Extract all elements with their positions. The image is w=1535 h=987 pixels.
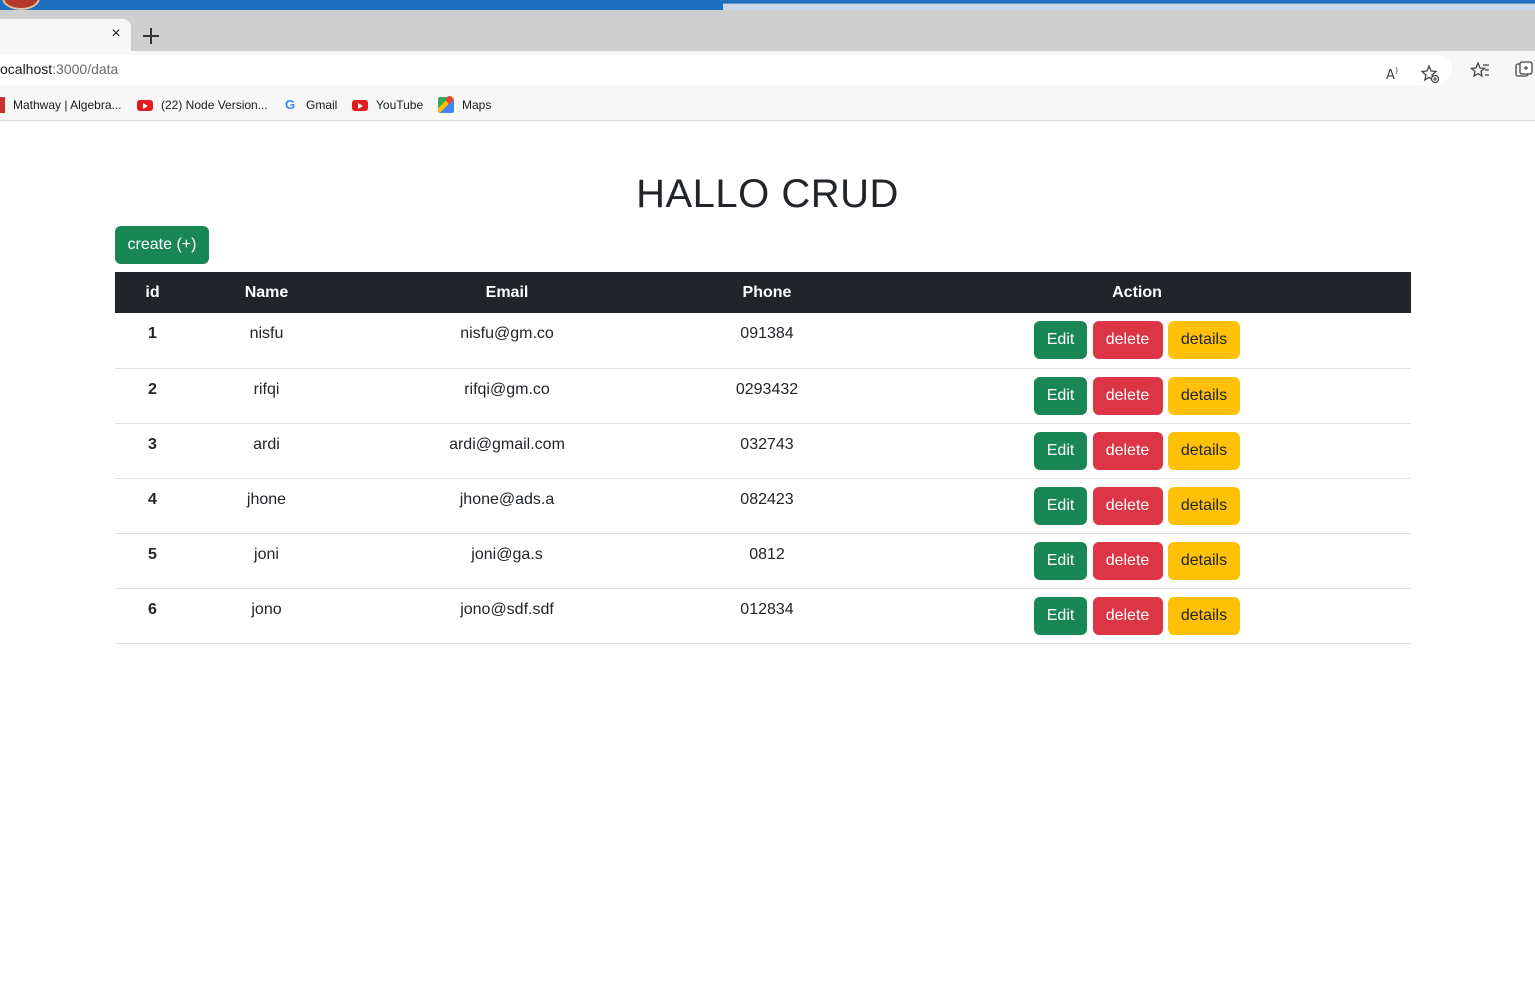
table-row: 3 ardi ardi@gmail.com 032743 Edit delete… bbox=[115, 423, 1411, 478]
cell-actions: Edit delete details bbox=[863, 588, 1411, 643]
cell-email: rifqi@gm.co bbox=[464, 380, 550, 398]
cell-id: 5 bbox=[148, 545, 157, 563]
url-field[interactable]: ocalhost:3000/data A) bbox=[0, 55, 1452, 85]
cell-phone: 012834 bbox=[740, 600, 794, 618]
collections-icon[interactable] bbox=[1514, 60, 1534, 80]
cell-name: ardi bbox=[253, 435, 280, 453]
cell-actions: Edit delete details bbox=[863, 313, 1411, 368]
edit-button[interactable]: Edit bbox=[1034, 486, 1088, 525]
profile-icon[interactable] bbox=[2, 0, 40, 10]
tab-bar: × bbox=[0, 10, 1535, 51]
cell-phone: 0812 bbox=[749, 545, 785, 563]
table-row: 5 joni joni@ga.s 0812 Edit delete detail… bbox=[115, 533, 1411, 588]
edit-button[interactable]: Edit bbox=[1034, 321, 1088, 359]
cell-name: jono bbox=[251, 600, 282, 618]
details-button[interactable]: details bbox=[1167, 321, 1240, 359]
mathway-icon bbox=[0, 97, 5, 113]
window-top-strip bbox=[0, 0, 1535, 10]
bookmarks-bar: Mathway | Algebra... (22) Node Version..… bbox=[0, 89, 1535, 121]
table-row: 2 rifqi rifqi@gm.co 0293432 Edit delete … bbox=[115, 368, 1411, 423]
cell-name: nisfu bbox=[249, 325, 284, 342]
svg-text:): ) bbox=[1395, 66, 1398, 75]
active-tab[interactable]: × bbox=[0, 19, 131, 51]
page-content: HALLO CRUD create (+) id Name Email Phon… bbox=[0, 122, 1535, 987]
cell-name: joni bbox=[254, 545, 279, 563]
delete-button[interactable]: delete bbox=[1092, 486, 1163, 525]
taskbar-strip bbox=[723, 3, 1535, 10]
delete-button[interactable]: delete bbox=[1092, 541, 1163, 580]
svg-text:A: A bbox=[1386, 68, 1395, 83]
cell-actions: Edit delete details bbox=[863, 423, 1411, 478]
cell-id: 4 bbox=[148, 490, 157, 508]
read-aloud-icon[interactable]: A) bbox=[1384, 64, 1404, 84]
cell-name: jhone bbox=[246, 490, 287, 508]
cell-id: 6 bbox=[148, 600, 157, 618]
url-text: ocalhost:3000/data bbox=[0, 61, 118, 77]
youtube-icon bbox=[137, 100, 153, 111]
edit-button[interactable]: Edit bbox=[1034, 541, 1088, 580]
bookmark-maps[interactable]: Maps bbox=[438, 96, 491, 114]
favorites-icon[interactable] bbox=[1469, 60, 1490, 80]
details-button[interactable]: details bbox=[1167, 431, 1240, 470]
url-path: :3000/data bbox=[52, 61, 119, 77]
maps-icon bbox=[438, 97, 454, 113]
header-email: Email bbox=[485, 283, 529, 301]
cell-phone: 091384 bbox=[740, 325, 794, 342]
edit-button[interactable]: Edit bbox=[1034, 376, 1088, 415]
details-button[interactable]: details bbox=[1167, 376, 1240, 415]
bookmark-label: YouTube bbox=[376, 98, 424, 112]
cell-email: jono@sdf.sdf bbox=[460, 600, 554, 618]
cell-phone: 032743 bbox=[740, 435, 794, 453]
table-row: 4 jhone jhone@ads.a 082423 Edit delete d… bbox=[115, 478, 1411, 533]
delete-button[interactable]: delete bbox=[1092, 376, 1163, 415]
bookmark-label: Maps bbox=[462, 98, 492, 112]
google-icon: G bbox=[284, 97, 296, 112]
bookmark-label: (22) Node Version... bbox=[161, 98, 268, 112]
cell-id: 2 bbox=[148, 380, 157, 398]
bookmark-youtube[interactable]: YouTube bbox=[352, 96, 423, 114]
bookmark-mathway[interactable]: Mathway | Algebra... bbox=[0, 96, 122, 114]
new-tab-icon[interactable] bbox=[139, 24, 163, 48]
header-phone: Phone bbox=[742, 283, 792, 301]
delete-button[interactable]: delete bbox=[1092, 431, 1163, 470]
edit-button[interactable]: Edit bbox=[1034, 596, 1088, 635]
header-action: Action bbox=[1112, 283, 1162, 301]
cell-email: jhone@ads.a bbox=[459, 490, 555, 508]
create-button[interactable]: create (+) bbox=[115, 226, 209, 264]
details-button[interactable]: details bbox=[1167, 596, 1240, 635]
cell-actions: Edit delete details bbox=[863, 478, 1411, 533]
data-table-container: id Name Email Phone Action 1 nisfu nisfu… bbox=[115, 272, 1411, 644]
page-title: HALLO CRUD bbox=[636, 172, 899, 216]
cell-name: rifqi bbox=[253, 380, 280, 398]
cell-id: 3 bbox=[148, 435, 157, 453]
cell-email: nisfu@gm.co bbox=[460, 325, 554, 342]
bookmark-label: Gmail bbox=[306, 98, 338, 112]
cell-email: ardi@gmail.com bbox=[449, 435, 565, 453]
details-button[interactable]: details bbox=[1167, 541, 1240, 580]
tab-close-icon[interactable]: × bbox=[107, 23, 125, 45]
table-header-row: id Name Email Phone Action bbox=[115, 272, 1411, 313]
data-table: id Name Email Phone Action 1 nisfu nisfu… bbox=[115, 272, 1411, 644]
cell-email: joni@ga.s bbox=[471, 545, 543, 563]
details-button[interactable]: details bbox=[1167, 486, 1240, 525]
cell-actions: Edit delete details bbox=[863, 368, 1411, 423]
bookmark-label: Mathway | Algebra... bbox=[13, 98, 122, 112]
add-favorite-icon[interactable] bbox=[1420, 64, 1440, 84]
delete-button[interactable]: delete bbox=[1092, 321, 1163, 359]
youtube-icon bbox=[352, 100, 368, 111]
cell-id: 1 bbox=[148, 325, 157, 342]
address-bar: ocalhost:3000/data A) bbox=[0, 51, 1535, 89]
cell-phone: 0293432 bbox=[735, 380, 799, 398]
edit-button[interactable]: Edit bbox=[1034, 431, 1088, 470]
url-host: ocalhost bbox=[0, 61, 53, 77]
delete-button[interactable]: delete bbox=[1092, 596, 1163, 635]
table-row: 6 jono jono@sdf.sdf 012834 Edit delete d… bbox=[115, 588, 1411, 643]
header-name: Name bbox=[244, 283, 289, 301]
table-row: 1 nisfu nisfu@gm.co 091384 Edit delete d… bbox=[115, 313, 1411, 368]
cell-phone: 082423 bbox=[740, 490, 794, 508]
bookmark-gmail[interactable]: G Gmail bbox=[282, 96, 337, 114]
cell-actions: Edit delete details bbox=[863, 533, 1411, 588]
bookmark-node-version[interactable]: (22) Node Version... bbox=[137, 96, 268, 114]
header-id: id bbox=[145, 283, 160, 301]
